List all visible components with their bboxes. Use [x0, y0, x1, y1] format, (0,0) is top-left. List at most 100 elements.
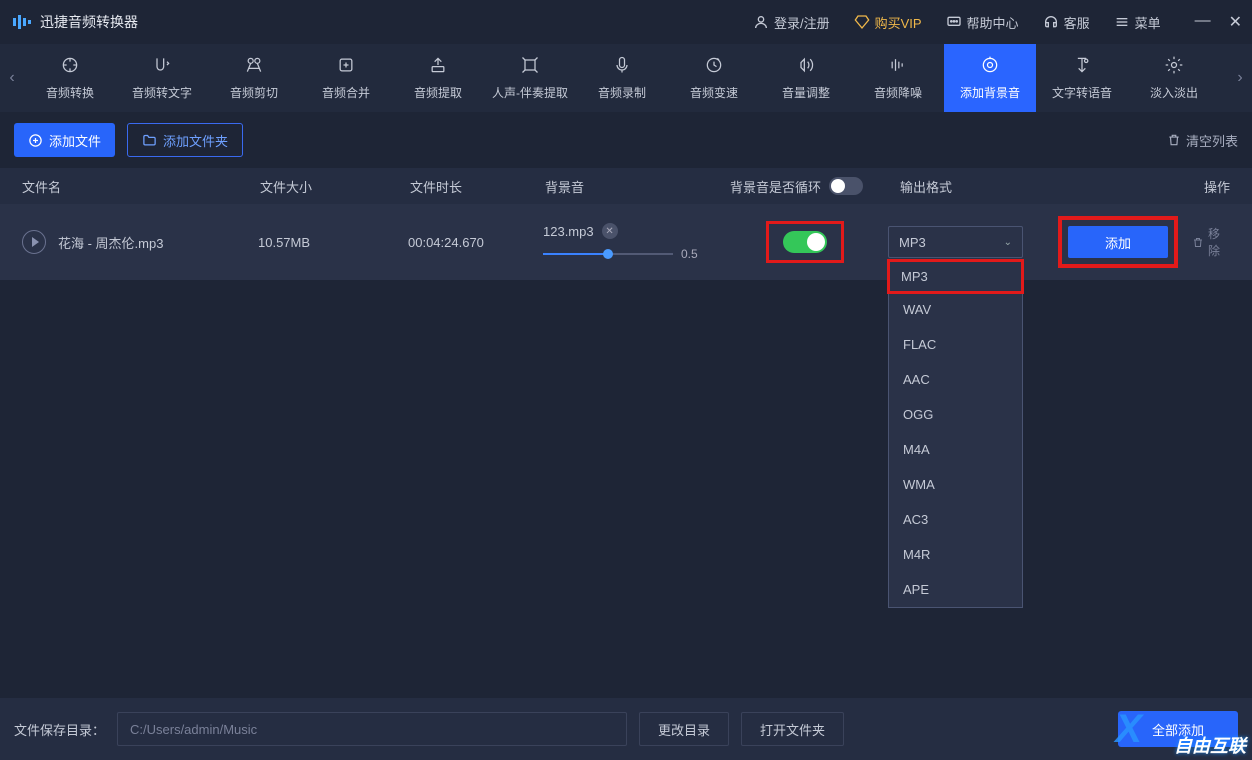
tab-8[interactable]: 音量调整: [760, 44, 852, 112]
loop-toggle[interactable]: [783, 231, 827, 253]
menu-link[interactable]: 菜单: [1114, 13, 1161, 32]
tab-0[interactable]: 音频转换: [24, 44, 116, 112]
login-link[interactable]: 登录/注册: [753, 13, 830, 32]
tab-label: 添加背景音: [960, 84, 1020, 101]
tab-10[interactable]: 添加背景音: [944, 44, 1036, 112]
tab-label: 音频剪切: [230, 84, 278, 101]
format-option-ogg[interactable]: OGG: [889, 397, 1022, 432]
format-option-flac[interactable]: FLAC: [889, 327, 1022, 362]
cell-size: 10.57MB: [258, 235, 408, 250]
format-option-ac3[interactable]: AC3: [889, 502, 1022, 537]
tab-label: 音频提取: [414, 84, 462, 101]
close-button[interactable]: ✕: [1229, 12, 1242, 32]
tab-label: 文字转语音: [1052, 84, 1112, 101]
change-dir-button[interactable]: 更改目录: [639, 712, 729, 746]
col-filename: 文件名: [22, 177, 260, 196]
service-link[interactable]: 客服: [1043, 13, 1090, 32]
add-folder-button[interactable]: 添加文件夹: [127, 123, 243, 157]
tabs-prev[interactable]: ‹: [0, 44, 24, 112]
highlight-box-toggle: [766, 221, 844, 263]
tab-icon: [520, 55, 540, 78]
folder-icon: [142, 133, 157, 148]
tab-6[interactable]: 音频录制: [576, 44, 668, 112]
tab-icon: [428, 55, 448, 78]
cell-filename: 花海 - 周杰伦.mp3: [58, 233, 258, 252]
minimize-button[interactable]: —: [1195, 12, 1211, 32]
format-option-wma[interactable]: WMA: [889, 467, 1022, 502]
menu-icon: [1114, 14, 1130, 30]
format-option-m4r[interactable]: M4R: [889, 537, 1022, 572]
open-folder-button[interactable]: 打开文件夹: [741, 712, 844, 746]
logo-icon: [10, 10, 34, 34]
save-dir-label: 文件保存目录：: [14, 720, 105, 739]
tab-1[interactable]: 音频转文字: [116, 44, 208, 112]
add-button[interactable]: 添加: [1068, 226, 1168, 258]
tab-13[interactable]: 音频: [1220, 44, 1228, 112]
tab-icon: [796, 55, 816, 78]
tab-icon: [612, 55, 632, 78]
tab-3[interactable]: 音频合并: [300, 44, 392, 112]
app-logo: 迅捷音频转换器: [10, 10, 138, 34]
tab-11[interactable]: 文字转语音: [1036, 44, 1128, 112]
format-option-aac[interactable]: AAC: [889, 362, 1022, 397]
clear-list-button[interactable]: 清空列表: [1167, 131, 1238, 150]
play-button[interactable]: [22, 230, 46, 254]
tab-7[interactable]: 音频变速: [668, 44, 760, 112]
bgm-volume-slider[interactable]: 0.5: [543, 247, 728, 261]
trash-icon: [1192, 236, 1204, 249]
format-option-mp3[interactable]: MP3: [887, 259, 1024, 294]
format-select[interactable]: MP3 ⌄: [888, 226, 1023, 258]
col-size: 文件大小: [260, 177, 410, 196]
remove-row-button[interactable]: 移除: [1192, 225, 1230, 259]
cell-format: MP3 ⌄ MP3WAVFLACAACOGGM4AWMAAC3M4RAPE: [888, 226, 1058, 258]
col-loop: 背景音是否循环: [730, 177, 890, 196]
tab-9[interactable]: 音频降噪: [852, 44, 944, 112]
cell-op: 添加 移除: [1058, 216, 1230, 268]
chevron-down-icon: ⌄: [1004, 237, 1012, 248]
format-option-ape[interactable]: APE: [889, 572, 1022, 607]
col-format: 输出格式: [890, 177, 1060, 196]
plus-circle-icon: [28, 133, 43, 148]
tab-label: 音频转文字: [132, 84, 192, 101]
help-link[interactable]: 帮助中心: [946, 13, 1019, 32]
tab-icon: [888, 55, 908, 78]
tab-icon: [60, 55, 80, 78]
buy-vip-link[interactable]: 购买VIP: [854, 13, 922, 32]
trash-icon: [1167, 133, 1181, 147]
save-dir-input[interactable]: C:/Users/admin/Music: [117, 712, 627, 746]
tab-2[interactable]: 音频剪切: [208, 44, 300, 112]
tab-label: 音频变速: [690, 84, 738, 101]
table-header: 文件名 文件大小 文件时长 背景音 背景音是否循环 输出格式 操作: [0, 168, 1252, 204]
tab-12[interactable]: 淡入淡出: [1128, 44, 1220, 112]
tab-label: 音频录制: [598, 84, 646, 101]
add-all-button[interactable]: 全部添加: [1118, 711, 1238, 747]
title-bar: 迅捷音频转换器 登录/注册 购买VIP 帮助中心 客服 菜单 — ✕: [0, 0, 1252, 44]
remove-bgm-button[interactable]: ✕: [602, 223, 618, 239]
col-bgm: 背景音: [545, 177, 730, 196]
app-title: 迅捷音频转换器: [40, 12, 138, 32]
tab-5[interactable]: 人声-伴奏提取: [484, 44, 576, 112]
format-option-wav[interactable]: WAV: [889, 292, 1022, 327]
diamond-icon: [854, 14, 870, 30]
tab-icon: [152, 55, 172, 78]
tab-4[interactable]: 音频提取: [392, 44, 484, 112]
headset-icon: [1043, 14, 1059, 30]
format-option-m4a[interactable]: M4A: [889, 432, 1022, 467]
chat-icon: [946, 14, 962, 30]
footer-bar: 文件保存目录： C:/Users/admin/Music 更改目录 打开文件夹 …: [0, 698, 1252, 760]
format-dropdown: MP3WAVFLACAACOGGM4AWMAAC3M4RAPE: [888, 260, 1023, 608]
tabs-next[interactable]: ›: [1228, 44, 1252, 112]
tab-label: 音量调整: [782, 84, 830, 101]
bgm-filename: 123.mp3: [543, 224, 594, 239]
bgm-volume-value: 0.5: [681, 247, 698, 261]
tab-icon: [1072, 55, 1092, 78]
toolbar: 添加文件 添加文件夹 清空列表: [0, 112, 1252, 168]
tab-icon: [704, 55, 724, 78]
tab-label: 淡入淡出: [1150, 84, 1198, 101]
cell-loop: [728, 221, 888, 263]
add-file-button[interactable]: 添加文件: [14, 123, 115, 157]
header-loop-toggle[interactable]: [829, 177, 863, 195]
tab-label: 人声-伴奏提取: [492, 84, 568, 101]
tab-icon: [1164, 55, 1184, 78]
highlight-box-add: 添加: [1058, 216, 1178, 268]
